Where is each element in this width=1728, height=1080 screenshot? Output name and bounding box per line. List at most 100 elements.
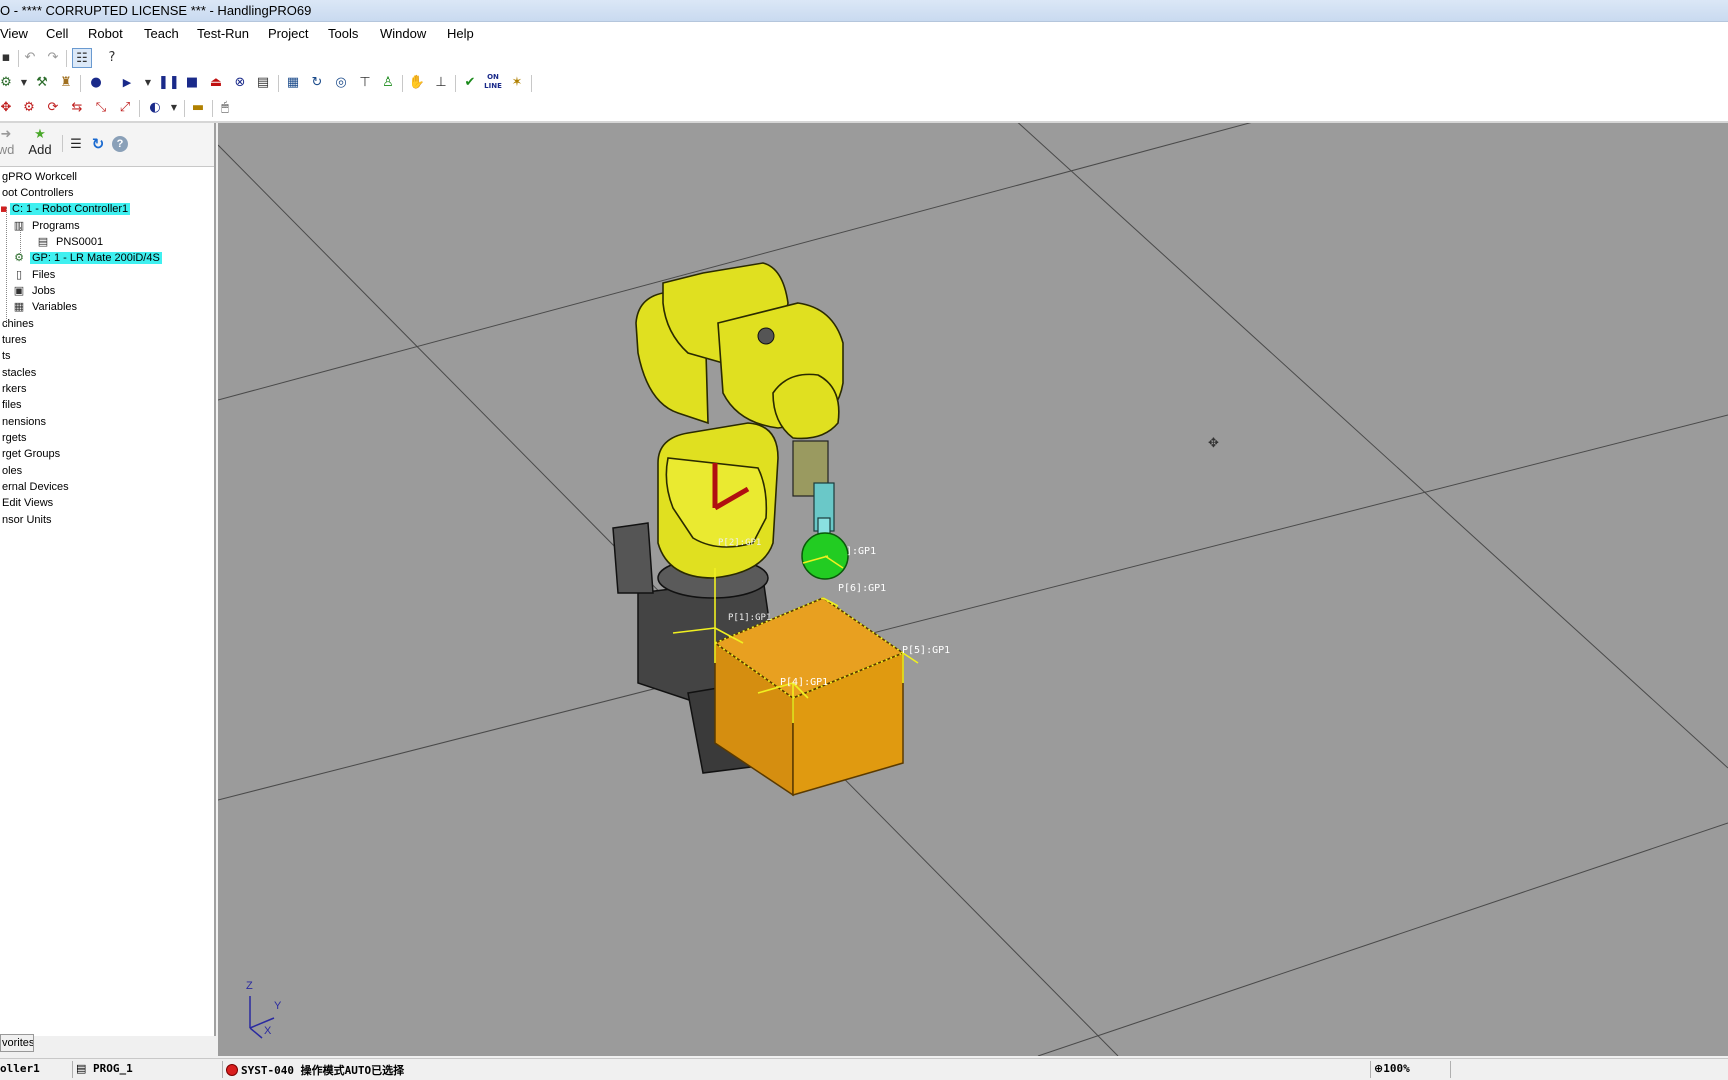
translate-icon[interactable]: ⇆	[67, 98, 87, 118]
hand-icon[interactable]: ✋	[407, 73, 427, 93]
tree-item-variables[interactable]: ▦ Variables	[12, 299, 79, 315]
measure-icon[interactable]: ⊥	[431, 73, 451, 93]
ruler-icon[interactable]: ▬	[188, 98, 208, 118]
alarm-error-icon	[226, 1064, 238, 1076]
tree-view-icon[interactable]: ☰	[68, 137, 84, 152]
add-star-icon: ★	[34, 127, 46, 142]
controller-status-icon: ▪	[0, 202, 8, 216]
menu-window[interactable]: Window	[380, 26, 426, 41]
menu-teach[interactable]: Teach	[144, 26, 179, 41]
toolbar-separator	[402, 75, 403, 92]
tree-item-sensor-units[interactable]: nsor Units	[0, 512, 54, 528]
status-program-cell[interactable]: ▤ PROG_1	[76, 1062, 133, 1075]
tree-item-robot-lr-mate[interactable]: ⚙ GP: 1 - LR Mate 200iD/4S	[12, 250, 162, 266]
worker-icon[interactable]: ♙	[378, 73, 398, 93]
stop-icon[interactable]: ■	[182, 73, 202, 93]
tree-item-workers[interactable]: rkers	[0, 381, 28, 397]
forward-button[interactable]: ➜ wd	[0, 127, 16, 157]
view-dropdown-icon[interactable]: ▼	[164, 98, 184, 118]
panel-icon[interactable]: ▤	[253, 73, 273, 93]
tree-item-profiles[interactable]: files	[0, 397, 24, 413]
toolbar-separator	[455, 75, 456, 92]
menu-view[interactable]: View	[0, 26, 28, 41]
menu-test-run[interactable]: Test-Run	[197, 26, 249, 41]
abort-icon[interactable]: ⊗	[230, 73, 250, 93]
tree-item-machines[interactable]: chines	[0, 316, 36, 332]
eject-icon[interactable]: ⏏	[206, 73, 226, 93]
status-alarm-cell[interactable]: SYST-040 操作模式AUTO已选择	[226, 1062, 404, 1078]
tree-item-pns0001[interactable]: ▤ PNS0001	[36, 234, 105, 250]
tree-item-parts[interactable]: ts	[0, 348, 13, 364]
program-file-icon: ▤	[76, 1062, 87, 1075]
redo-icon[interactable]: ↷	[43, 48, 63, 68]
tool-icon[interactable]: ✶	[507, 73, 527, 93]
mouse-icon[interactable]: 🖱	[215, 98, 235, 118]
toolbar-row-3: ✥ ⚙ ⟳ ⇆ ⤡ ⤢ ◐ ▼ ▬ 🖱	[0, 96, 1728, 121]
triad-z-label: Z	[246, 980, 253, 992]
align-icon[interactable]: ⤡	[91, 98, 111, 118]
zoom-icon: ⊕	[1374, 1062, 1384, 1075]
cell-browser-tree: gPRO Workcell oot Controllers ▪ C: 1 - Ro…	[0, 167, 214, 1025]
help-icon[interactable]: ?	[112, 136, 128, 152]
robot-move-icon[interactable]: ⚙	[19, 98, 39, 118]
tree-item-dimensions[interactable]: nensions	[0, 414, 48, 430]
gripper	[792, 440, 835, 549]
menu-project[interactable]: Project	[268, 26, 308, 41]
pause-icon[interactable]: ❚❚	[158, 73, 180, 93]
favorites-tab[interactable]: vorites	[0, 1034, 34, 1052]
view-icon[interactable]: ◐	[145, 98, 165, 118]
add-button[interactable]: ★ Add	[26, 127, 54, 157]
tree-item-fixtures[interactable]: tures	[0, 332, 28, 348]
forward-arrow-icon: ➜	[0, 127, 12, 142]
save-icon[interactable]: ▪	[0, 48, 16, 68]
refresh-icon[interactable]: ↻	[89, 135, 107, 153]
tree-item-robot-controllers[interactable]: oot Controllers	[0, 185, 76, 201]
tree-item-edit-views[interactable]: Edit Views	[0, 495, 55, 511]
run-icon[interactable]: ▶	[117, 73, 137, 93]
tree-item-target-groups[interactable]: rget Groups	[0, 446, 62, 462]
tree-item-targets[interactable]: rgets	[0, 430, 28, 446]
tree-item-jobs[interactable]: ▣ Jobs	[12, 283, 57, 299]
toolbar-separator	[139, 100, 140, 117]
run-dropdown-icon[interactable]: ▼	[138, 73, 158, 93]
online-icon[interactable]: ON LINE	[483, 73, 503, 93]
files-icon: ▯	[15, 268, 23, 282]
tree-item-obstacles[interactable]: stacles	[0, 365, 38, 381]
sign-icon[interactable]: ⊤	[355, 73, 375, 93]
rotate-icon[interactable]: ⟳	[43, 98, 63, 118]
menu-cell[interactable]: Cell	[46, 26, 68, 41]
target-icon[interactable]: ◎	[331, 73, 351, 93]
calculator-icon[interactable]: ▦	[283, 73, 303, 93]
tree-item-robot-controller1[interactable]: ▪ C: 1 - Robot Controller1	[0, 201, 131, 217]
move-icon[interactable]: ✥	[0, 98, 16, 118]
dropdown-arrow-icon[interactable]: ▼	[14, 73, 34, 93]
robot-wrist	[772, 373, 840, 440]
tree-item-external-devices[interactable]: ernal Devices	[0, 479, 71, 495]
tree-item-files[interactable]: ▯ Files	[12, 267, 57, 283]
undo-icon[interactable]: ↶	[20, 48, 40, 68]
position-label: P[5]:GP1	[902, 645, 951, 656]
menu-help[interactable]: Help	[447, 26, 474, 41]
status-separator	[222, 1061, 223, 1078]
scene-canvas	[218, 123, 1728, 1056]
refresh-motion-icon[interactable]: ↻	[307, 73, 327, 93]
snap-icon[interactable]: ⤢	[115, 98, 135, 118]
window-title: O - **** CORRUPTED LICENSE *** - Handlin…	[0, 3, 312, 18]
teach-icon[interactable]: ⚒	[32, 73, 52, 93]
status-controller: oller1	[0, 1062, 40, 1075]
check-icon[interactable]: ✔	[460, 73, 480, 93]
toolbar-separator	[531, 75, 532, 92]
tree-item-cables[interactable]: oles	[0, 463, 24, 479]
tree-item-programs[interactable]: ▥ Programs	[12, 218, 82, 234]
program-file-icon: ▤	[37, 235, 49, 249]
program-icon[interactable]: ♜	[56, 73, 76, 93]
tree-item-workcell[interactable]: gPRO Workcell	[0, 169, 79, 185]
3d-viewport[interactable]: ]:GP1 P[6]:GP1 P[5]:GP1 P[4]:GP1 P[2]:GP…	[218, 123, 1728, 1056]
grid-line	[1037, 822, 1728, 1056]
cell-browser-icon[interactable]: ☷	[72, 48, 92, 68]
help-question-icon[interactable]: ?	[102, 48, 122, 68]
status-separator	[1370, 1061, 1371, 1078]
menu-robot[interactable]: Robot	[88, 26, 123, 41]
record-icon[interactable]: ●	[86, 73, 106, 93]
menu-tools[interactable]: Tools	[328, 26, 358, 41]
